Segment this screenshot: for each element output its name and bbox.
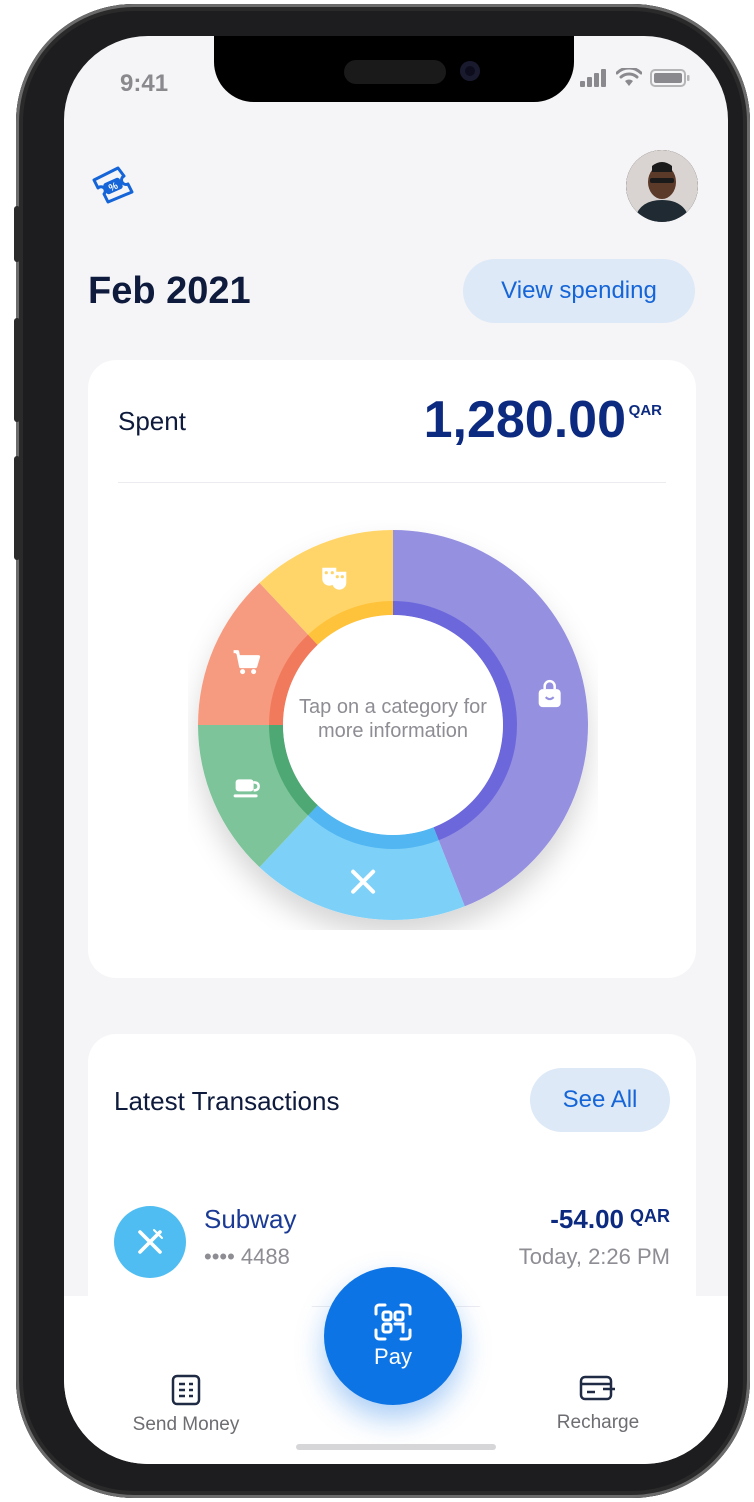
- nav-send-money-label: Send Money: [132, 1414, 240, 1435]
- spent-label: Spent: [118, 406, 186, 436]
- see-all-button[interactable]: See All: [530, 1068, 670, 1132]
- status-indicators: [580, 68, 690, 88]
- signal-icon: [580, 69, 606, 87]
- transaction-merchant: Subway: [204, 1204, 297, 1234]
- status-time: 9:41: [120, 70, 169, 97]
- view-spending-button[interactable]: View spending: [463, 259, 695, 323]
- home-indicator: [296, 1444, 496, 1450]
- earpiece-speaker: [344, 60, 446, 84]
- page-title: Feb 2021: [88, 270, 251, 312]
- transaction-amount: -54.00: [550, 1204, 624, 1234]
- fork-knife-icon: [138, 1229, 163, 1254]
- transaction-row[interactable]: Subway •••• 4488 -54.00 QAR Today, 2:26 …: [88, 1192, 696, 1278]
- transaction-time: Today, 2:26 PM: [518, 1244, 670, 1269]
- qr-scan-icon: [374, 1303, 412, 1341]
- volume-down-button: [14, 456, 20, 560]
- chart-hint: Tap on a category for more information: [299, 696, 487, 742]
- spending-summary-card: Spent 1,280.00 QAR Tap on a category for…: [88, 360, 696, 978]
- pay-label: Pay: [374, 1344, 412, 1369]
- transaction-category-icon: [114, 1206, 186, 1278]
- avatar-portrait: [626, 150, 698, 222]
- app-screen: 9:41 % Feb 2021 View spending Spent 1,28…: [64, 36, 728, 1464]
- send-money-icon: [171, 1374, 201, 1406]
- section-title: Latest Transactions: [114, 1086, 340, 1116]
- volume-up-button: [14, 318, 20, 422]
- nav-recharge[interactable]: Recharge: [508, 1374, 688, 1434]
- battery-icon: [650, 69, 690, 87]
- mute-switch: [14, 206, 20, 262]
- recharge-card-icon: [579, 1375, 615, 1401]
- nav-recharge-label: Recharge: [556, 1412, 640, 1433]
- nav-send-money[interactable]: Send Money: [96, 1374, 276, 1436]
- coupon-percent-icon[interactable]: %: [88, 164, 138, 204]
- divider: [118, 482, 666, 483]
- transaction-currency: QAR: [630, 1206, 670, 1226]
- front-camera: [460, 61, 480, 81]
- spent-amount: 1,280.00: [423, 391, 626, 449]
- wifi-icon: [616, 68, 642, 86]
- transaction-card-number: •••• 4488: [204, 1244, 290, 1269]
- pay-button[interactable]: Pay: [324, 1267, 462, 1405]
- spent-currency: QAR: [628, 402, 662, 419]
- avatar[interactable]: [626, 150, 698, 222]
